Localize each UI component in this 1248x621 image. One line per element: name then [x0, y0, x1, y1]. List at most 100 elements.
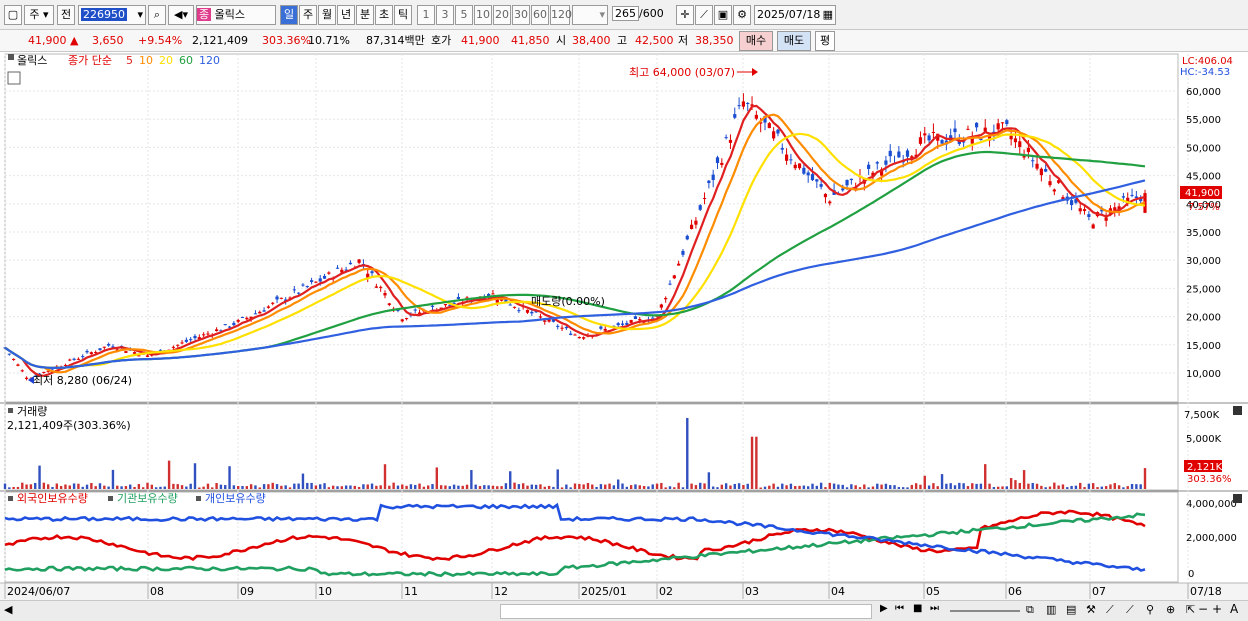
interval-120[interactable]: 120: [550, 5, 572, 25]
volume-bar: [297, 483, 300, 489]
interval-30[interactable]: 30: [512, 5, 530, 25]
volume-bar: [77, 483, 80, 489]
volume-bar: [1104, 486, 1108, 489]
stock-name[interactable]: 종 올릭스: [196, 5, 276, 25]
holdings-tick-2: 0: [1188, 569, 1194, 580]
text-icon[interactable]: A: [1230, 602, 1238, 616]
volume-bar: [647, 486, 650, 489]
first-icon[interactable]: ⏮: [895, 603, 904, 614]
sell-button[interactable]: 매도: [777, 31, 811, 51]
volume-bar: [953, 485, 957, 489]
volume-bar: [711, 486, 715, 489]
search-icon[interactable]: ⌕: [148, 5, 166, 25]
tools-icon[interactable]: ⚒: [1086, 603, 1096, 616]
volume-bar: [858, 487, 862, 489]
volume-bar: [582, 484, 585, 489]
filter-icon[interactable]: ⚲: [1146, 603, 1154, 616]
volume-bar: [375, 485, 378, 489]
scroll-left-icon[interactable]: ◀: [4, 603, 12, 616]
volume-bar: [802, 485, 806, 489]
tab-period-year[interactable]: 년: [337, 5, 355, 25]
volume-bar: [785, 485, 788, 489]
interval-20[interactable]: 20: [493, 5, 511, 25]
measure-icon[interactable]: ⟋: [1126, 603, 1134, 617]
last-icon[interactable]: ⏭: [930, 603, 939, 614]
low-label: 저: [678, 34, 689, 47]
copy-icon[interactable]: ⧉: [1026, 603, 1034, 617]
volume-bar: [681, 487, 685, 489]
tab-period-minute[interactable]: 분: [356, 5, 374, 25]
volume-bar: [936, 486, 939, 489]
volume-bar: [370, 483, 374, 489]
chart-area[interactable]: 올릭스 종가 단순 5 10 20 60 120 LC:406.04 HC:-34.53…: [0, 52, 1248, 600]
x-axis-label: 09: [240, 585, 254, 598]
tab-period-week[interactable]: 주: [299, 5, 317, 25]
volume-bar: [483, 485, 486, 489]
volume-bar: [51, 486, 54, 489]
mid-annotation: 매도량(0.00%): [531, 295, 605, 308]
volume-bar: [949, 483, 952, 489]
volume-bar: [448, 486, 451, 489]
sound-icon[interactable]: ◀▾: [168, 5, 194, 25]
legend-individual: 개인보유수량: [205, 492, 266, 505]
minus-icon[interactable]: −: [1198, 602, 1208, 616]
volume-bar: [146, 482, 149, 489]
date-input[interactable]: 2025/07/18 ▦: [754, 5, 836, 25]
buy-button[interactable]: 매수: [739, 31, 773, 51]
save-icon[interactable]: ▣: [714, 5, 732, 25]
close-icon[interactable]: [1233, 406, 1242, 415]
scroll-thumb[interactable]: [500, 604, 872, 619]
volume-bar: [42, 482, 46, 489]
stock-type-badge: 종: [197, 8, 212, 21]
volume-bar: [414, 484, 417, 489]
select-icon[interactable]: ⇱: [1186, 603, 1195, 616]
tab-period-day[interactable]: 일: [280, 5, 298, 25]
stop-icon[interactable]: ■: [913, 603, 922, 614]
volume-bar: [357, 486, 361, 489]
price-tick-label: 10,000: [1186, 369, 1221, 380]
zoom-slider[interactable]: [950, 610, 1020, 612]
interval-60[interactable]: 60: [531, 5, 549, 25]
volume-bar: [759, 487, 762, 489]
volume-bar: [806, 486, 810, 489]
volume-bar: [897, 487, 901, 489]
close-icon[interactable]: [1233, 494, 1242, 503]
market-select[interactable]: 주 ▾: [24, 5, 54, 25]
eval-button[interactable]: 평: [815, 31, 835, 51]
tab-period-month[interactable]: 월: [318, 5, 336, 25]
layout-icon[interactable]: ▥: [1046, 603, 1056, 616]
code-input[interactable]: 226950 ▾: [78, 5, 146, 25]
volume-bar: [94, 486, 97, 489]
draw-line-icon[interactable]: ⟋: [695, 5, 713, 25]
tab-period-tick[interactable]: 틱: [394, 5, 412, 25]
interval-1[interactable]: 1: [417, 5, 435, 25]
volume-bar: [435, 467, 439, 489]
zoom-icon[interactable]: ⊕: [1166, 603, 1175, 616]
tab-period-second[interactable]: 초: [375, 5, 393, 25]
interval-3[interactable]: 3: [436, 5, 454, 25]
volume-bar: [64, 484, 67, 489]
volume-bar: [815, 485, 819, 489]
prev-button[interactable]: 전: [57, 5, 75, 25]
volume-bar: [556, 469, 559, 489]
volume-bar: [154, 487, 158, 489]
scroll-right-icon[interactable]: ▶: [880, 603, 888, 614]
draw-icon[interactable]: ⟋: [1106, 603, 1114, 617]
volume-bar: [1044, 487, 1047, 489]
gear-icon[interactable]: ⚙: [733, 5, 751, 25]
crosshair-icon[interactable]: ✛: [676, 5, 694, 25]
interval-5[interactable]: 5: [455, 5, 473, 25]
volume-bar: [699, 482, 702, 489]
custom-interval-select[interactable]: ▾: [572, 5, 608, 25]
scroll-bar[interactable]: ◀ ▶ ⏮ ■ ⏭ ⧉ ▥ ▤ ⚒ ⟋ ⟋ ⚲ ⊕ ⇱ − + A: [0, 600, 1248, 621]
volume-bar: [362, 484, 365, 489]
plus-icon[interactable]: +: [1212, 602, 1222, 616]
calendar-icon[interactable]: ▦: [823, 6, 833, 24]
table-icon[interactable]: ▤: [1066, 603, 1076, 616]
grid-toggle-icon[interactable]: [7, 71, 21, 85]
volume-bar: [284, 485, 287, 489]
volume-bar: [12, 486, 15, 489]
interval-10[interactable]: 10: [474, 5, 492, 25]
window-icon[interactable]: ▢: [4, 5, 22, 25]
volume-bar: [655, 483, 659, 489]
